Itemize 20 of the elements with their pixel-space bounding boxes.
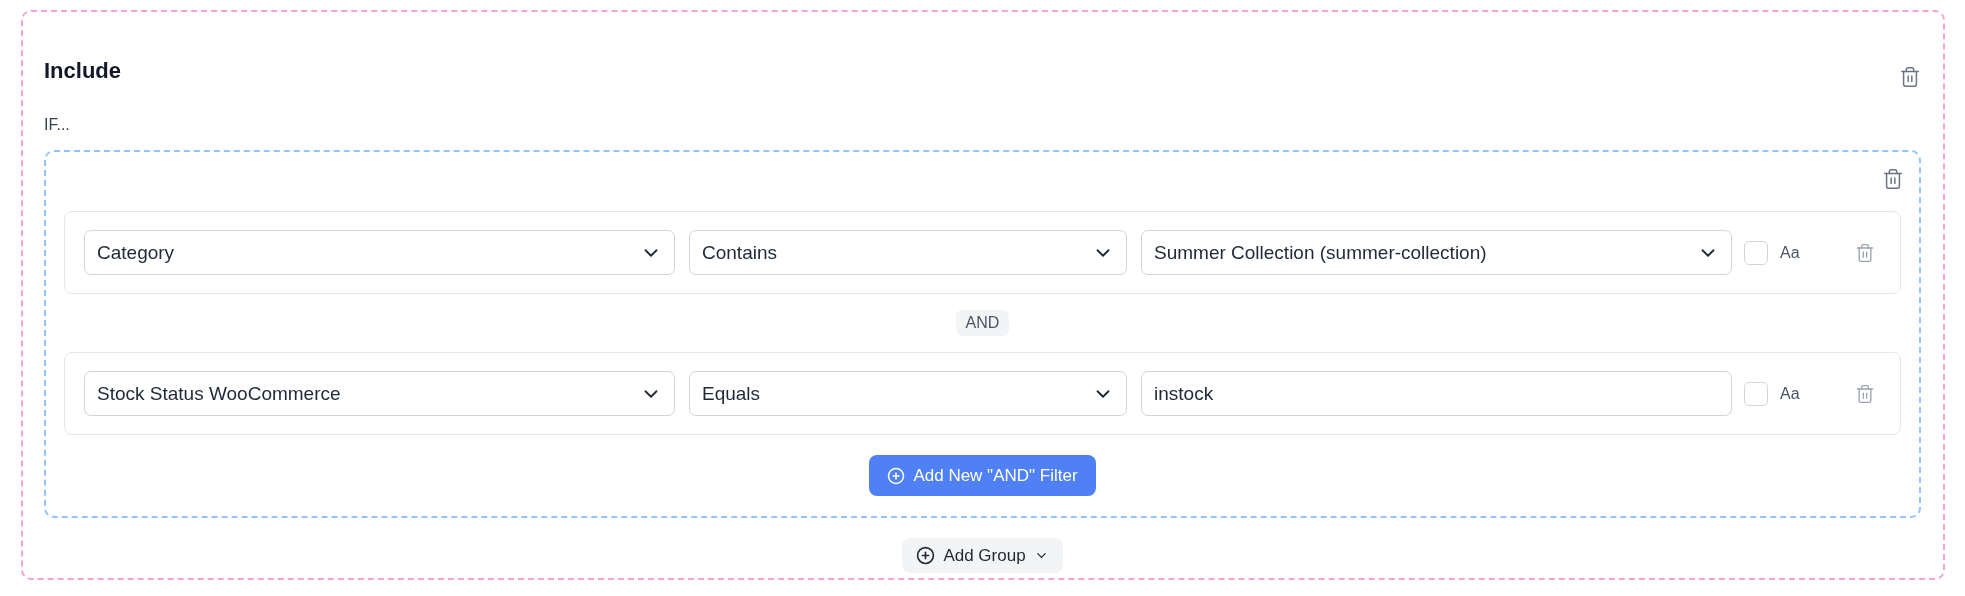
operator-select[interactable]: Contains — [689, 230, 1127, 275]
trash-icon[interactable] — [1855, 383, 1875, 404]
value-select[interactable]: Summer Collection (summer-collection) — [1141, 230, 1732, 275]
field-select[interactable]: Stock Status WooCommerce — [84, 371, 675, 416]
trash-icon[interactable] — [1855, 242, 1875, 263]
section-title: Include — [44, 58, 121, 84]
condition-label: IF... — [44, 116, 71, 134]
add-filter-button[interactable]: Add New "AND" Filter — [869, 455, 1096, 496]
case-label: Aa — [1780, 243, 1800, 262]
value-field[interactable]: instock — [1141, 371, 1732, 416]
field-select[interactable]: Category — [84, 230, 675, 275]
plus-circle-icon — [887, 466, 906, 485]
plus-circle-icon — [916, 546, 936, 565]
operator-select[interactable]: Equals — [689, 371, 1127, 416]
and-badge: AND — [955, 310, 1010, 336]
case-label: Aa — [1780, 384, 1800, 403]
add-group-button[interactable]: Add Group — [902, 538, 1063, 573]
case-checkbox[interactable] — [1744, 381, 1768, 406]
trash-icon[interactable] — [1899, 66, 1921, 88]
case-checkbox[interactable] — [1744, 240, 1768, 265]
